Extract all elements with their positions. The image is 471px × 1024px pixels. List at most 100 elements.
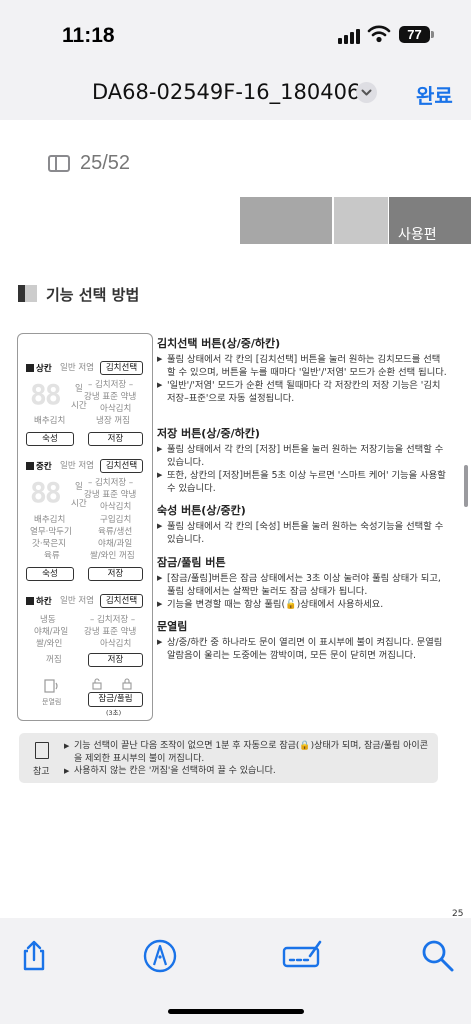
lock-hold-hint: (3초) — [106, 709, 122, 717]
bullet-item: 기능을 변경할 때는 항상 풀림(🔓)상태에서 사용하세요. — [157, 598, 447, 611]
section-banner-block — [240, 197, 332, 244]
upper-option: 아삭김치 — [100, 404, 132, 414]
bullet-item: 또한, 상칸의 [저장]버튼을 5초 이상 누르면 '스마트 케어' 기능을 사… — [157, 469, 447, 495]
upper-label: 상칸 — [26, 364, 52, 374]
fridge-icon — [26, 364, 34, 372]
lower-option: – 김치저장 – — [90, 615, 136, 625]
note-icon — [35, 742, 49, 759]
store-button-section: 저장 버튼(상/중/하칸) 풀림 상태에서 각 칸의 [저장] 버튼을 눌러 원… — [157, 425, 447, 495]
lock-icon — [122, 678, 132, 690]
bullet-item: 풀림 상태에서 각 칸의 [저장] 버튼을 눌러 원하는 저장기능을 선택할 수… — [157, 443, 447, 469]
upper-option: 냉장 꺼짐 — [96, 416, 130, 426]
middle-option: 아삭김치 — [100, 502, 132, 512]
cellular-signal-icon — [338, 29, 360, 44]
door-open-section: 문열림 상/중/하칸 중 하나라도 문이 열리면 이 표시부에 불이 켜집니다.… — [157, 618, 447, 662]
upper-unit-day: 일 — [75, 384, 83, 394]
lower-kimchi-select-button: 김치선택 — [100, 594, 143, 608]
middle-option: – 김치저장 – — [88, 478, 134, 488]
note-bullet: 기능 선택이 끝난 다음 조작이 없으면 1분 후 자동으로 잠금(🔒)상태가 … — [64, 740, 434, 765]
lower-option: 쌀/와인 — [36, 639, 63, 649]
section-heading: 잠금/풀림 버튼 — [157, 556, 226, 569]
search-icon[interactable] — [420, 938, 456, 974]
fridge-icon — [26, 462, 34, 470]
middle-label: 중칸 — [26, 462, 52, 472]
fridge-icon — [26, 597, 34, 605]
markup-pen-icon[interactable] — [142, 938, 178, 974]
lower-store-button: 저장 — [88, 653, 143, 667]
middle-unit-hour: 시간 — [71, 499, 87, 509]
note-bullet: 사용하지 않는 칸은 '꺼짐'을 선택하여 끌 수 있습니다. — [64, 765, 434, 778]
section-heading: 문열림 — [157, 620, 188, 633]
upper-modes: 일반 저염 — [60, 363, 94, 373]
door-open-icon — [44, 679, 58, 693]
door-open-label: 문열림 — [42, 698, 62, 706]
home-indicator — [168, 1009, 304, 1014]
middle-option: 강냉 표준 약냉 — [84, 490, 137, 500]
done-button[interactable]: 완료 — [416, 80, 453, 109]
middle-option: 육류/생선 — [98, 527, 133, 537]
middle-digits: 88 — [30, 476, 62, 509]
lock-button-section: 잠금/풀림 버튼 [잠금/풀림]버튼은 잠금 상태에서는 3초 이상 눌러야 풀… — [157, 554, 447, 611]
upper-unit-hour: 시간 — [71, 401, 87, 411]
battery-icon: 77 — [399, 26, 430, 43]
upper-kimchi-select-button: 김치선택 — [100, 361, 143, 375]
bullet-item: '일반'/'저염' 모드가 순환 선택 될때마다 각 저장칸의 저장 기능은 '… — [157, 379, 447, 405]
status-bar: 11:18 77 — [0, 0, 471, 62]
middle-store-button: 저장 — [88, 567, 143, 581]
chevron-down-icon — [361, 89, 372, 96]
section-marker — [18, 285, 37, 302]
wifi-icon — [367, 25, 391, 43]
middle-ripen-button: 숙성 — [26, 567, 74, 581]
lock-unlock-button: 잠금/풀림 — [88, 692, 143, 707]
bullet-item: 상/중/하칸 중 하나라도 문이 열리면 이 표시부에 불이 켜집니다. 문열림… — [157, 636, 447, 662]
unlock-icon — [92, 678, 102, 690]
lower-option: 야채/과일 — [34, 627, 69, 637]
section-banner-block — [334, 197, 388, 244]
section-heading: 저장 버튼(상/중/하칸) — [157, 427, 260, 440]
middle-option: 배추김치 — [34, 515, 66, 525]
document-title[interactable]: DA68-02549F-16_180406 — [92, 80, 360, 104]
upper-digits: 88 — [30, 378, 62, 411]
bullet-item: [잠금/풀림]버튼은 잠금 상태에서는 3초 이상 눌러야 풀림 상태가 되고,… — [157, 572, 447, 598]
upper-ripen-button: 숙성 — [26, 432, 74, 446]
middle-option: 구입김치 — [100, 515, 132, 525]
upper-store-button: 저장 — [88, 432, 143, 446]
middle-option: 육류 — [44, 551, 60, 561]
note-label: 참고 — [33, 767, 50, 777]
section-heading: 김치선택 버튼(상/중/하칸) — [157, 337, 281, 350]
lower-option: 아삭김치 — [100, 639, 132, 649]
lower-option: 강냉 표준 약냉 — [84, 627, 137, 637]
middle-unit-day: 일 — [75, 482, 83, 492]
control-panel-diagram: 상칸 일반 저염 김치선택 88 일 시간 – 김치저장 – 강냉 표준 약냉 … — [17, 333, 153, 721]
lower-option: 냉동 — [40, 615, 56, 625]
sidebar-icon — [48, 155, 70, 172]
share-icon[interactable] — [16, 938, 52, 974]
middle-option: 갓·묵은지 — [32, 539, 66, 549]
title-menu-button[interactable] — [356, 82, 377, 103]
status-time: 11:18 — [62, 24, 115, 47]
middle-option: 쌀/와인 꺼짐 — [90, 551, 135, 561]
page-indicator-text: 25/52 — [80, 152, 131, 174]
middle-modes: 일반 저염 — [60, 461, 94, 471]
lower-modes: 일반 저염 — [60, 596, 94, 606]
lower-label: 하칸 — [26, 597, 52, 607]
bullet-item: 풀림 상태에서 각 칸의 [숙성] 버튼을 눌러 원하는 숙성기능을 선택할 수… — [157, 520, 447, 546]
section-heading: 숙성 버튼(상/중칸) — [157, 504, 246, 517]
section-tab-label: 사용편 — [389, 197, 471, 244]
lower-option: 꺼짐 — [46, 655, 62, 665]
ripen-button-section: 숙성 버튼(상/중칸) 풀림 상태에서 각 칸의 [숙성] 버튼을 눌러 원하는… — [157, 502, 447, 546]
upper-option: 배추김치 — [34, 416, 66, 426]
battery-tip — [431, 31, 434, 38]
scrollbar[interactable] — [464, 465, 468, 507]
middle-option: 야채/과일 — [98, 539, 133, 549]
upper-option: – 김치저장 – — [88, 380, 134, 390]
middle-option: 열무·막두기 — [30, 527, 72, 537]
middle-kimchi-select-button: 김치선택 — [100, 459, 143, 473]
kimchi-select-section: 김치선택 버튼(상/중/하칸) 풀림 상태에서 각 칸의 [김치선택] 버튼을 … — [157, 335, 447, 405]
bullet-item: 풀림 상태에서 각 칸의 [김치선택] 버튼을 눌러 원하는 김치모드를 선택할… — [157, 353, 447, 379]
section-title: 기능 선택 방법 — [46, 286, 140, 304]
note-box: 참고 기능 선택이 끝난 다음 조작이 없으면 1분 후 자동으로 잠금(🔒)상… — [19, 733, 438, 783]
signature-icon[interactable] — [282, 938, 322, 974]
upper-option: 강냉 표준 약냉 — [84, 392, 137, 402]
page-indicator[interactable]: 25/52 — [48, 152, 130, 175]
